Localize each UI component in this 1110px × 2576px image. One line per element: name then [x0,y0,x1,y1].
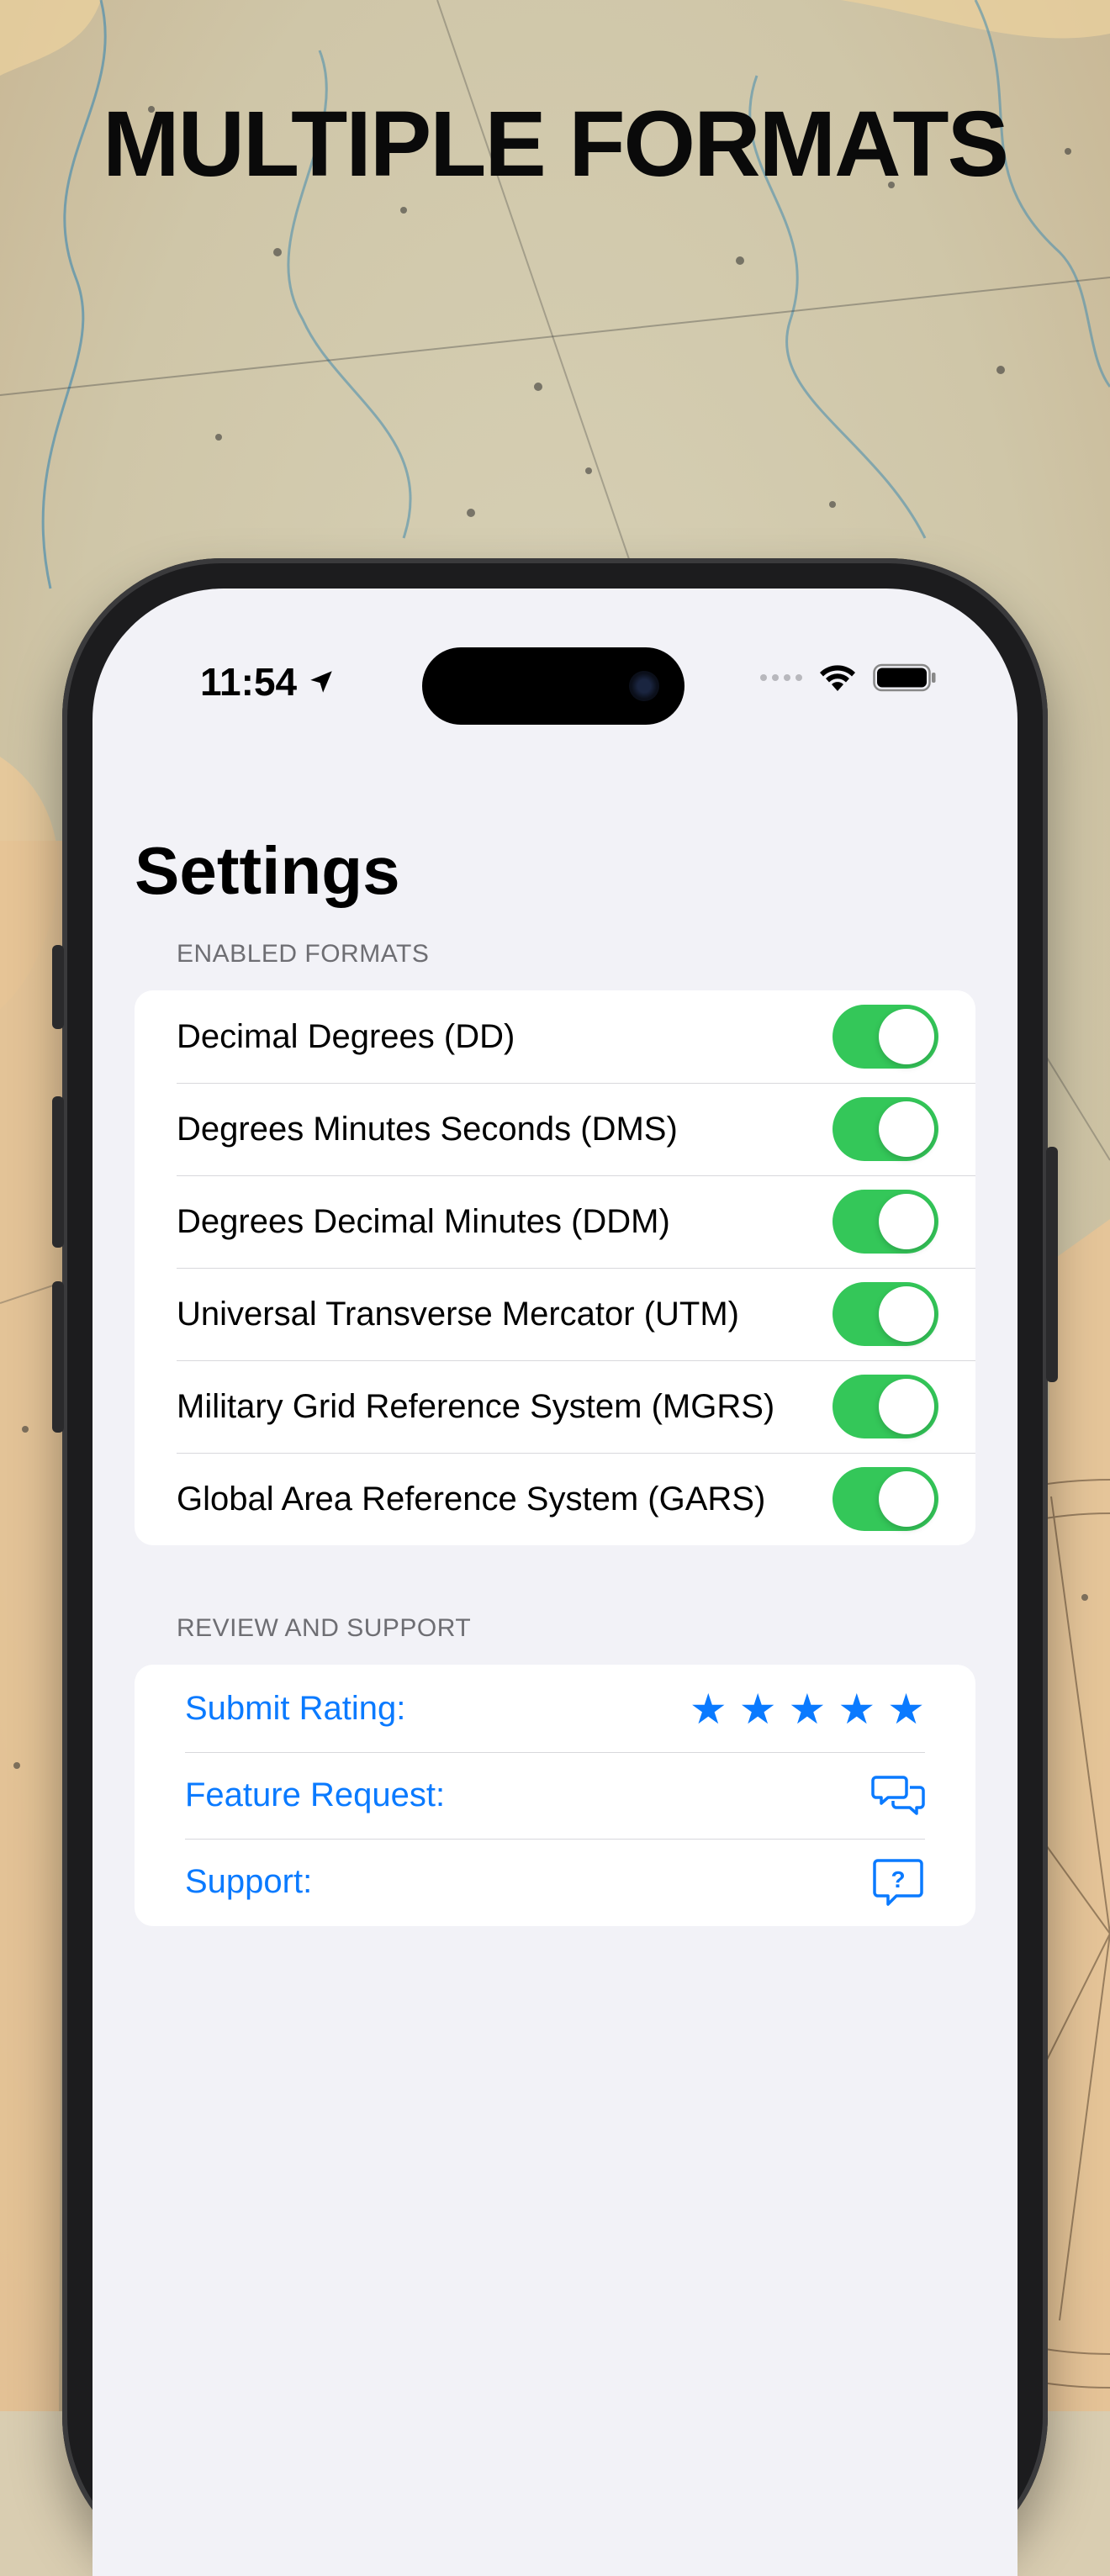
format-toggle-dms[interactable] [832,1097,938,1161]
wifi-icon [820,665,855,691]
cellular-dots-icon [760,674,802,681]
question-bubble-icon[interactable]: ? [871,1855,925,1909]
status-bar-time: 11:54 [200,659,336,705]
battery-icon [873,663,936,692]
format-row-mgrs[interactable]: Military Grid Reference System (MGRS) [135,1360,975,1453]
format-toggle-mgrs[interactable] [832,1375,938,1438]
volume-down-button [52,1281,64,1433]
toggle-knob [879,1009,934,1064]
chat-bubbles-icon[interactable] [871,1769,925,1823]
rating-stars[interactable]: ★ ★ ★ ★ ★ [690,1688,925,1730]
format-label: Global Area Reference System (GARS) [177,1480,766,1518]
format-label: Degrees Minutes Seconds (DMS) [177,1110,678,1148]
format-label: Degrees Decimal Minutes (DDM) [177,1202,670,1240]
status-bar-right [760,662,937,693]
format-row-gars[interactable]: Global Area Reference System (GARS) [135,1453,975,1545]
format-row-ddm[interactable]: Degrees Decimal Minutes (DDM) [135,1175,975,1268]
star-icon[interactable]: ★ [739,1688,777,1730]
format-label: Decimal Degrees (DD) [177,1017,515,1055]
feature-request-row[interactable]: Feature Request: [185,1752,925,1839]
front-camera-icon [629,671,659,701]
star-icon[interactable]: ★ [690,1688,727,1730]
svg-text:?: ? [891,1866,905,1892]
formats-list: Decimal Degrees (DD) Degrees Minutes Sec… [135,990,975,1545]
feature-request-label: Feature Request: [185,1776,446,1813]
toggle-knob [879,1379,934,1434]
location-arrow-icon [310,671,332,693]
format-toggle-ddm[interactable] [832,1190,938,1254]
support-label: Support: [185,1863,313,1900]
format-toggle-dd[interactable] [832,1005,938,1069]
toggle-knob [879,1471,934,1527]
time-label: 11:54 [200,660,298,704]
star-icon[interactable]: ★ [838,1688,875,1730]
side-button [1046,1147,1058,1382]
page-title: Settings [135,833,400,908]
submit-rating-label: Submit Rating: [185,1690,406,1727]
format-label: Universal Transverse Mercator (UTM) [177,1295,740,1333]
action-button [52,945,64,1029]
promo-headline: MULTIPLE FORMATS [102,92,1009,196]
section-header-support: REVIEW AND SUPPORT [177,1614,472,1642]
format-row-dd[interactable]: Decimal Degrees (DD) [135,990,975,1083]
format-row-utm[interactable]: Universal Transverse Mercator (UTM) [135,1268,975,1360]
submit-rating-row[interactable]: Submit Rating: ★ ★ ★ ★ ★ [185,1665,925,1752]
toggle-knob [879,1194,934,1249]
support-row[interactable]: Support: ? [185,1839,925,1925]
phone-frame: 11:54 Settings ENABLED FORMATS Decimal D… [52,558,1058,2576]
dynamic-island [422,647,684,725]
toggle-knob [879,1101,934,1157]
format-toggle-utm[interactable] [832,1282,938,1346]
format-label: Military Grid Reference System (MGRS) [177,1387,775,1425]
support-list: Submit Rating: ★ ★ ★ ★ ★ Feature Request… [135,1665,975,1926]
format-row-dms[interactable]: Degrees Minutes Seconds (DMS) [135,1083,975,1175]
toggle-knob [879,1286,934,1342]
volume-up-button [52,1096,64,1248]
section-header-formats: ENABLED FORMATS [177,940,430,968]
star-icon[interactable]: ★ [789,1688,827,1730]
star-icon[interactable]: ★ [887,1688,925,1730]
format-toggle-gars[interactable] [832,1467,938,1531]
phone-screen: 11:54 Settings ENABLED FORMATS Decimal D… [92,589,1018,2576]
